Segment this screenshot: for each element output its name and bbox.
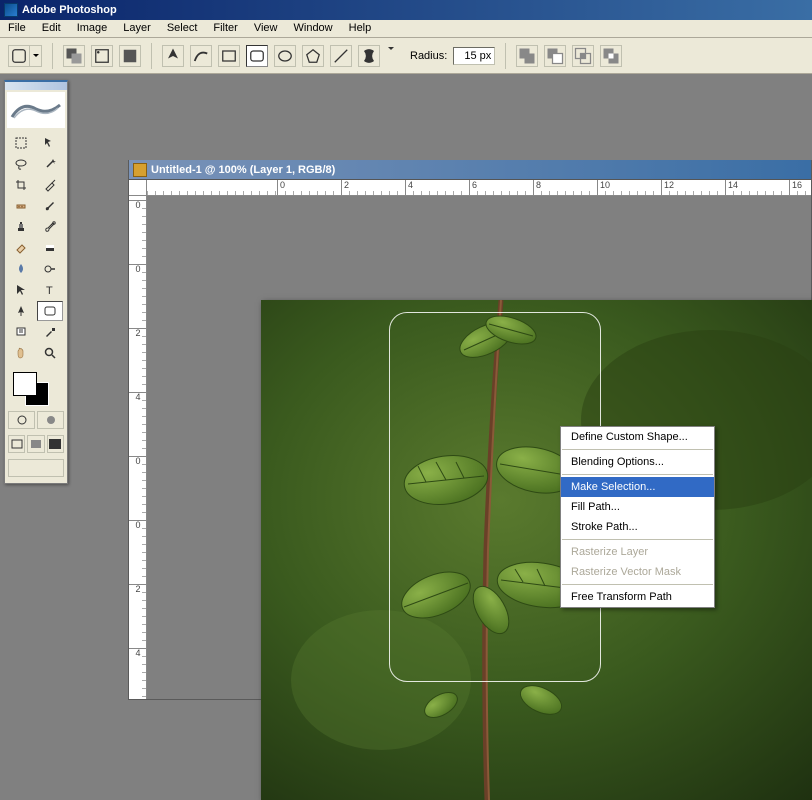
- rounded-rect-shape-button[interactable]: [246, 45, 268, 67]
- ctx-separator: [562, 539, 713, 540]
- document-icon: [133, 163, 147, 177]
- slice-tool[interactable]: [37, 175, 63, 195]
- ctx-separator: [562, 584, 713, 585]
- menu-filter[interactable]: Filter: [205, 20, 245, 37]
- polygon-shape-button[interactable]: [302, 45, 324, 67]
- ctx-separator: [562, 474, 713, 475]
- subtract-shape-button[interactable]: [544, 45, 566, 67]
- blur-tool[interactable]: [8, 259, 34, 279]
- line-shape-button[interactable]: [330, 45, 352, 67]
- toolbox-panel: T: [4, 80, 68, 484]
- jump-to-row: [5, 456, 67, 483]
- eraser-tool[interactable]: [8, 238, 34, 258]
- screen-standard-button[interactable]: [8, 435, 25, 453]
- type-tool[interactable]: T: [37, 280, 63, 300]
- jump-to-imageready-button[interactable]: [8, 459, 64, 477]
- menu-select[interactable]: Select: [159, 20, 206, 37]
- radius-input[interactable]: [453, 47, 495, 65]
- hand-tool[interactable]: [8, 343, 34, 363]
- fill-pixels-button[interactable]: [119, 45, 141, 67]
- paths-button[interactable]: [91, 45, 113, 67]
- separator: [52, 43, 53, 69]
- toolbox-thumbnail: [7, 92, 65, 128]
- shape-layers-button[interactable]: [63, 45, 85, 67]
- rectangle-shape-button[interactable]: [218, 45, 240, 67]
- pen-shape-button[interactable]: [162, 45, 184, 67]
- shape-options-dropdown[interactable]: [386, 45, 400, 67]
- quickmask-mode-button[interactable]: [37, 411, 64, 429]
- ctx-define-custom-shape[interactable]: Define Custom Shape...: [561, 427, 714, 447]
- brush-tool[interactable]: [37, 196, 63, 216]
- screen-mode-row: [5, 432, 67, 456]
- add-to-shape-button[interactable]: [516, 45, 538, 67]
- marquee-tool[interactable]: [8, 133, 34, 153]
- magic-wand-tool[interactable]: [37, 154, 63, 174]
- menu-file[interactable]: File: [0, 20, 34, 37]
- ellipse-shape-button[interactable]: [274, 45, 296, 67]
- tool-preset-button[interactable]: [8, 45, 30, 67]
- freeform-pen-button[interactable]: [190, 45, 212, 67]
- separator: [151, 43, 152, 69]
- tool-preset-dropdown[interactable]: [30, 45, 42, 67]
- ctx-make-selection[interactable]: Make Selection...: [561, 477, 714, 497]
- ctx-separator: [562, 449, 713, 450]
- ruler-horizontal[interactable]: 024681012141618: [147, 180, 811, 196]
- ctx-rasterize-vector-mask: Rasterize Vector Mask: [561, 562, 714, 582]
- radius-label: Radius:: [410, 50, 447, 62]
- ctx-stroke-path[interactable]: Stroke Path...: [561, 517, 714, 537]
- toolbox-titlebar[interactable]: [5, 82, 67, 90]
- exclude-shape-button[interactable]: [600, 45, 622, 67]
- edit-mode-row: [5, 408, 67, 432]
- move-tool[interactable]: [37, 133, 63, 153]
- menu-layer[interactable]: Layer: [115, 20, 159, 37]
- app-title: Adobe Photoshop: [22, 4, 117, 16]
- path-select-tool[interactable]: [8, 280, 34, 300]
- notes-tool[interactable]: [8, 322, 34, 342]
- document-titlebar[interactable]: Untitled-1 @ 100% (Layer 1, RGB/8): [129, 160, 811, 180]
- menu-image[interactable]: Image: [69, 20, 116, 37]
- document-title: Untitled-1 @ 100% (Layer 1, RGB/8): [151, 164, 335, 176]
- app-titlebar: Adobe Photoshop: [0, 0, 812, 20]
- healing-brush-tool[interactable]: [8, 196, 34, 216]
- screen-full-button[interactable]: [47, 435, 64, 453]
- ruler-vertical[interactable]: 00240024: [129, 196, 147, 699]
- lasso-tool[interactable]: [8, 154, 34, 174]
- custom-shape-button[interactable]: [358, 45, 380, 67]
- svg-text:T: T: [46, 285, 53, 297]
- screen-menubar-button[interactable]: [27, 435, 44, 453]
- ctx-fill-path[interactable]: Fill Path...: [561, 497, 714, 517]
- menu-view[interactable]: View: [246, 20, 286, 37]
- menu-edit[interactable]: Edit: [34, 20, 69, 37]
- ctx-blending-options[interactable]: Blending Options...: [561, 452, 714, 472]
- ctx-rasterize-layer: Rasterize Layer: [561, 542, 714, 562]
- paint-bucket-tool[interactable]: [37, 238, 63, 258]
- color-swatches: [9, 370, 63, 404]
- menu-window[interactable]: Window: [286, 20, 341, 37]
- clone-stamp-tool[interactable]: [8, 217, 34, 237]
- context-menu: Define Custom Shape... Blending Options.…: [560, 426, 715, 608]
- standard-mode-button[interactable]: [8, 411, 35, 429]
- ctx-free-transform-path[interactable]: Free Transform Path: [561, 587, 714, 607]
- foreground-color-swatch[interactable]: [13, 372, 37, 396]
- toolbox-grid: T: [5, 130, 67, 366]
- history-brush-tool[interactable]: [37, 217, 63, 237]
- menu-help[interactable]: Help: [341, 20, 380, 37]
- crop-tool[interactable]: [8, 175, 34, 195]
- intersect-shape-button[interactable]: [572, 45, 594, 67]
- canvas[interactable]: [261, 300, 812, 800]
- options-bar: Radius:: [0, 38, 812, 74]
- ruler-corner: [129, 180, 147, 196]
- rounded-rect-tool[interactable]: [37, 301, 63, 321]
- dodge-tool[interactable]: [37, 259, 63, 279]
- zoom-tool[interactable]: [37, 343, 63, 363]
- app-logo-icon: [4, 3, 18, 17]
- separator: [505, 43, 506, 69]
- menu-bar: File Edit Image Layer Select Filter View…: [0, 20, 812, 38]
- pen-tool[interactable]: [8, 301, 34, 321]
- eyedropper-tool[interactable]: [37, 322, 63, 342]
